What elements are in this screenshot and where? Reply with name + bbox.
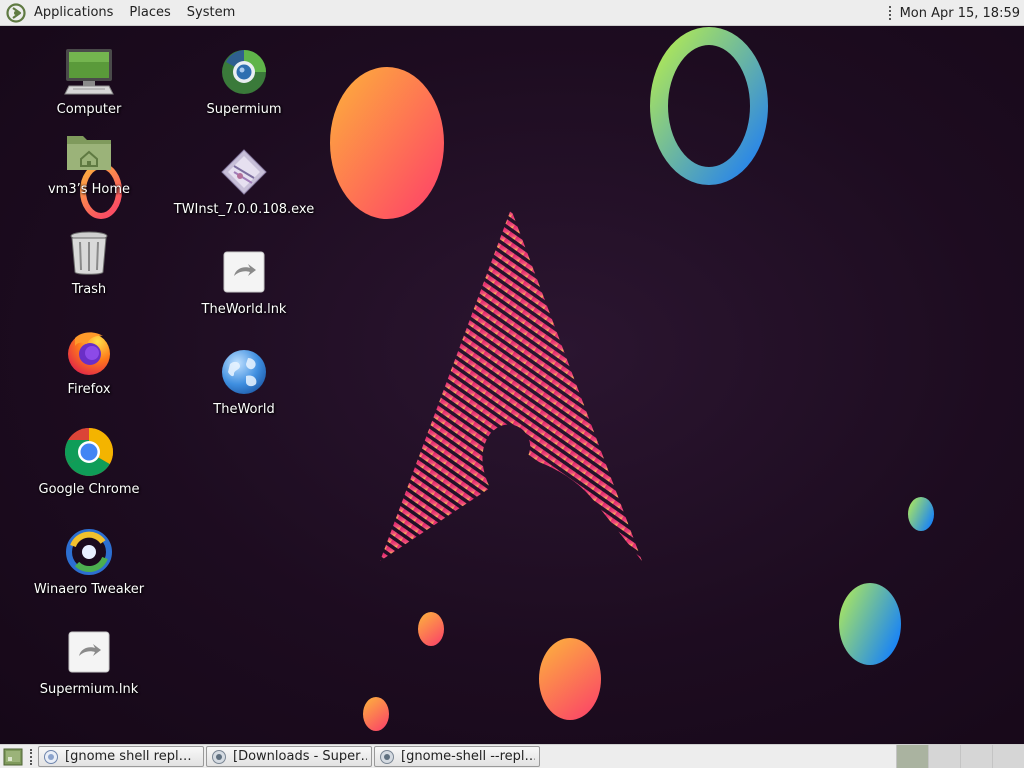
theworld-globe-icon (218, 346, 270, 398)
desktop-icon-winaero-tweaker[interactable]: Winaero Tweaker (19, 526, 159, 597)
workspace-2[interactable] (928, 745, 960, 768)
tasklist-drag-handle[interactable] (30, 748, 34, 765)
desktop-icon-supermium[interactable]: Supermium (174, 46, 314, 117)
taskbar-button-label: [gnome-shell --repl… (401, 749, 535, 764)
taskbar-button[interactable]: [gnome shell repl… (38, 746, 204, 767)
panel-right-area: Mon Apr 15, 18:59 (888, 0, 1024, 26)
clock[interactable]: Mon Apr 15, 18:59 (900, 6, 1020, 21)
top-panel: Applications Places System Mon Apr 15, 1… (0, 0, 1024, 26)
desktop-icon-theworld[interactable]: TheWorld (174, 346, 314, 417)
desktop-icon-supermium-lnk[interactable]: Supermium.lnk (19, 626, 159, 697)
desktop-icon-label: Firefox (67, 382, 111, 397)
desktop-icon-theworld-lnk[interactable]: TheWorld.lnk (174, 246, 314, 317)
app-icon (44, 749, 58, 764)
firefox-icon (63, 326, 115, 378)
desktop-icon-trash[interactable]: Trash (19, 226, 159, 297)
desktop-icon-label: Winaero Tweaker (33, 582, 145, 597)
shortcut-icon (218, 246, 270, 298)
chrome-icon (63, 426, 115, 478)
browser-icon (380, 749, 394, 764)
desktop-icon-label: Computer (56, 102, 122, 117)
desktop-icon-firefox[interactable]: Firefox (19, 326, 159, 397)
desktop-icon-label: Trash (71, 282, 107, 297)
workspace-1[interactable] (896, 745, 928, 768)
workspace-4[interactable] (992, 745, 1024, 768)
mate-logo-icon (6, 2, 26, 23)
desktop-icon-home[interactable]: vm3’s Home (19, 126, 159, 197)
trash-icon (63, 226, 115, 278)
desktop-icon-google-chrome[interactable]: Google Chrome (19, 426, 159, 497)
applications-menu-label: Applications (34, 5, 114, 20)
workspace-switcher (896, 745, 1024, 768)
winaero-tweaker-icon (63, 526, 115, 578)
exe-installer-icon (218, 146, 270, 198)
workspace-3[interactable] (960, 745, 992, 768)
taskbar-button-label: [Downloads - Super… (233, 749, 367, 764)
show-desktop-icon (3, 748, 23, 765)
places-menu-label: Places (129, 5, 171, 20)
supermium-icon (218, 46, 270, 98)
desktop-icon-label: vm3’s Home (47, 182, 131, 197)
places-menu[interactable]: Places (121, 0, 178, 26)
taskbar-button[interactable]: [Downloads - Super… (206, 746, 372, 767)
desktop-icon-label: Google Chrome (38, 482, 140, 497)
applications-menu[interactable]: Applications (0, 0, 121, 26)
desktop-icon-twinst-exe[interactable]: TWInst_7.0.0.108.exe (174, 146, 314, 217)
browser-icon (212, 749, 226, 764)
shortcut-icon (63, 626, 115, 678)
desktop[interactable]: Computer vm3’s Home Trash Firefox Google… (0, 26, 1024, 744)
taskbar-button[interactable]: [gnome-shell --repl… (374, 746, 540, 767)
bottom-panel: [gnome shell repl… [Downloads - Super… [… (0, 744, 1024, 768)
taskbar-button-label: [gnome shell repl… (65, 749, 192, 764)
desktop-icon-label: TheWorld (213, 402, 275, 417)
home-folder-icon (63, 126, 115, 178)
desktop-icon-label: Supermium (206, 102, 282, 117)
system-menu-label: System (186, 5, 236, 20)
desktop-icon-label: Supermium.lnk (39, 682, 139, 697)
show-desktop-button[interactable] (2, 746, 24, 768)
panel-drag-handle[interactable] (888, 6, 892, 20)
desktop-icon-label: TheWorld.lnk (201, 302, 287, 317)
desktop-icon-label: TWInst_7.0.0.108.exe (173, 202, 315, 217)
computer-icon (63, 46, 115, 98)
system-menu[interactable]: System (179, 0, 243, 26)
desktop-icon-computer[interactable]: Computer (19, 46, 159, 117)
